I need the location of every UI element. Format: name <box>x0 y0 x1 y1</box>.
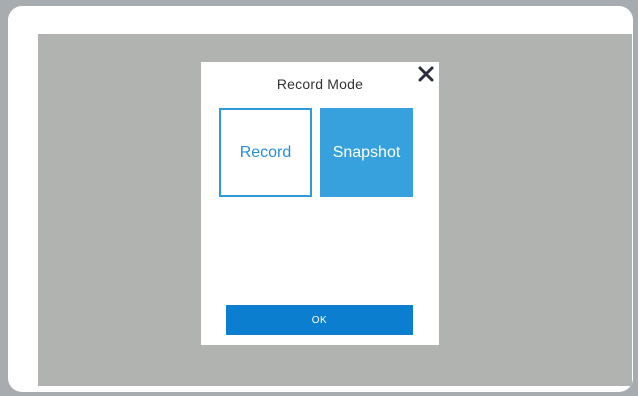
snapshot-mode-button[interactable]: Snapshot <box>320 108 413 197</box>
record-mode-label: Record <box>239 143 292 161</box>
snapshot-mode-label: Snapshot <box>332 143 401 161</box>
dialog-title: Record Mode <box>276 76 364 92</box>
record-mode-button[interactable]: Record <box>219 108 312 197</box>
ok-button[interactable]: OK <box>226 305 413 335</box>
record-mode-dialog: Record Mode Record Snapshot OK <box>201 62 439 345</box>
close-button[interactable] <box>416 64 436 84</box>
close-icon <box>418 66 434 82</box>
